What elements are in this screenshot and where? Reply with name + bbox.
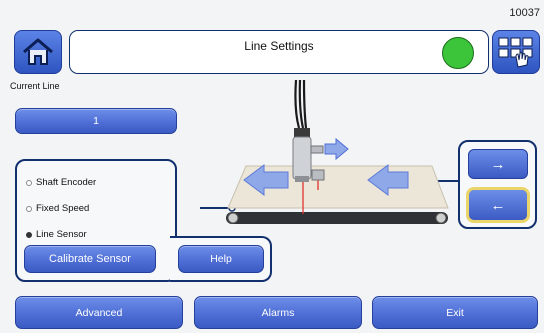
- radio-line-sensor[interactable]: [26, 231, 32, 238]
- status-indicator: [442, 37, 474, 69]
- direction-panel: → ←: [458, 140, 537, 229]
- direction-left-button[interactable]: ←: [466, 187, 530, 223]
- conveyor-illustration: [200, 80, 458, 224]
- current-line-label: Current Line: [10, 81, 60, 91]
- option-shaft-encoder[interactable]: Shaft Encoder: [26, 177, 96, 188]
- page-title: Line Settings: [244, 39, 314, 53]
- direction-right-button[interactable]: →: [468, 149, 528, 179]
- current-line-button[interactable]: 1: [15, 108, 177, 134]
- title-bar: Line Settings: [69, 30, 489, 74]
- grid-hand-icon: [498, 37, 533, 68]
- option-label: Line Sensor: [36, 229, 87, 240]
- option-label: Shaft Encoder: [36, 177, 97, 188]
- home-icon: [23, 38, 53, 65]
- calibrate-sensor-button[interactable]: Calibrate Sensor: [24, 245, 156, 273]
- menu-button[interactable]: [492, 30, 540, 74]
- exit-button[interactable]: Exit: [372, 296, 538, 329]
- option-line-sensor[interactable]: Line Sensor: [26, 229, 87, 240]
- help-button[interactable]: Help: [178, 245, 264, 273]
- radio-shaft-encoder[interactable]: [26, 179, 32, 186]
- home-button[interactable]: [14, 30, 62, 74]
- advanced-button[interactable]: Advanced: [15, 296, 183, 329]
- radio-fixed-speed[interactable]: [26, 205, 32, 212]
- option-fixed-speed[interactable]: Fixed Speed: [26, 203, 89, 214]
- option-label: Fixed Speed: [36, 203, 90, 214]
- screen-code: 10037: [509, 7, 540, 19]
- alarms-button[interactable]: Alarms: [194, 296, 362, 329]
